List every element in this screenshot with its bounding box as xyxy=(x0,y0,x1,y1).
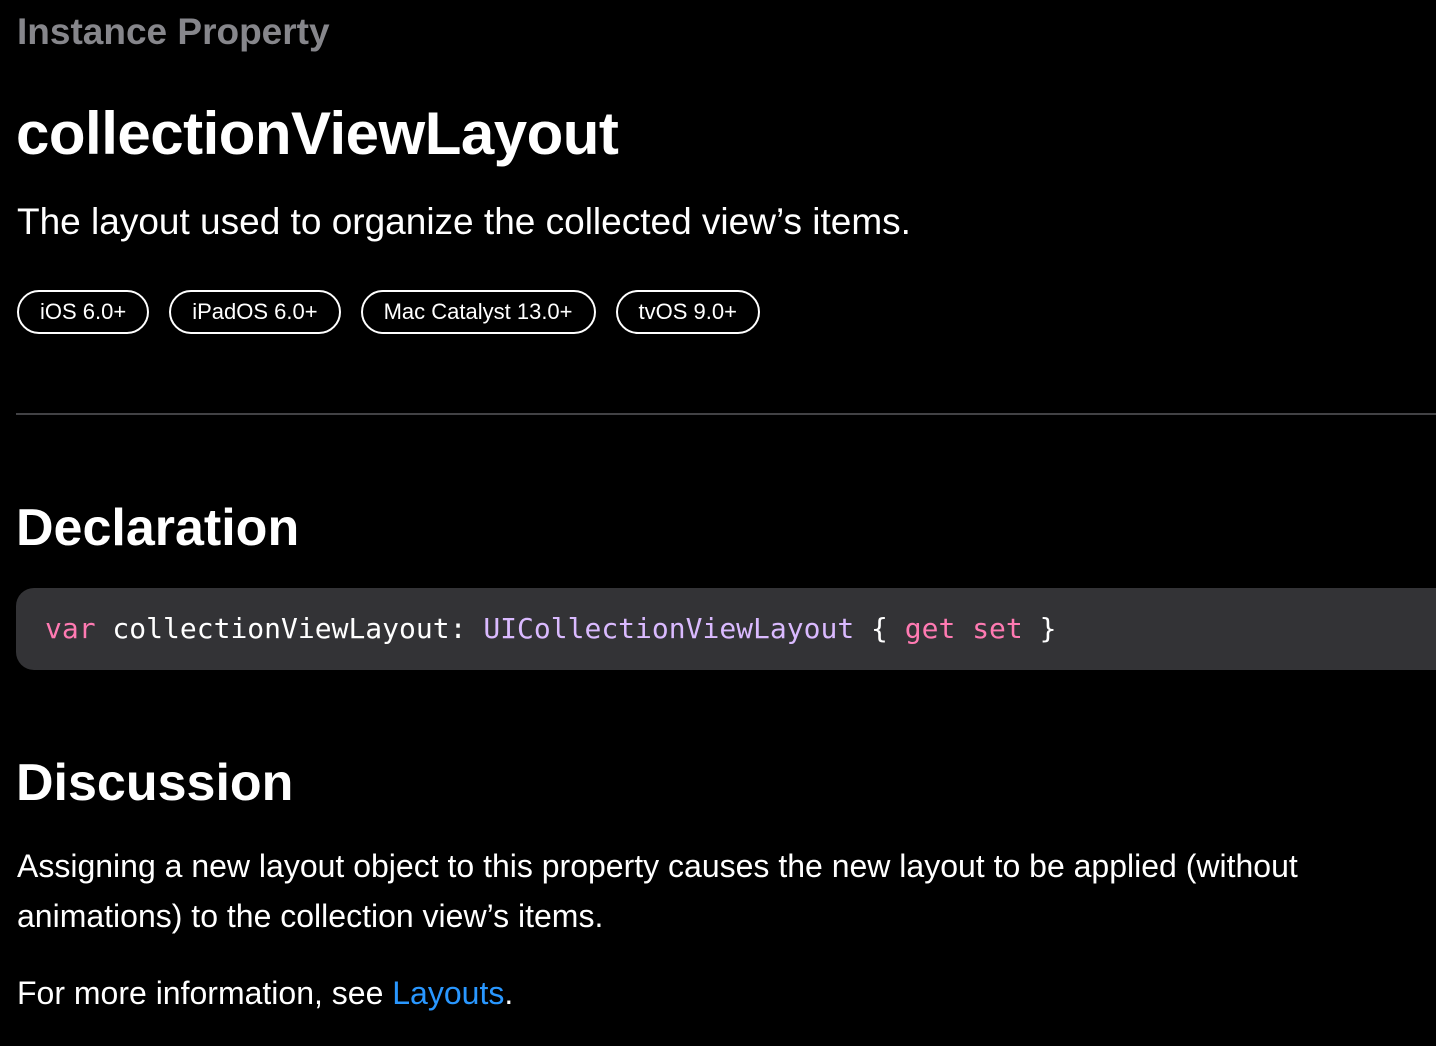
availability-badge-tvos: tvOS 9.0+ xyxy=(615,290,760,334)
page-title: collectionViewLayout xyxy=(16,100,619,167)
more-info-suffix: . xyxy=(504,975,514,1011)
declaration-heading: Declaration xyxy=(16,499,300,557)
availability-badge-mac-catalyst: Mac Catalyst 13.0+ xyxy=(360,290,596,334)
code-keyword-var: var xyxy=(45,612,96,645)
abstract: The layout used to organize the collecte… xyxy=(17,201,911,242)
availability-badge-ipados: iPadOS 6.0+ xyxy=(169,290,341,334)
code-type-link[interactable]: UICollectionViewLayout xyxy=(483,612,854,645)
availability-list: iOS 6.0+ iPadOS 6.0+ Mac Catalyst 13.0+ … xyxy=(17,290,760,334)
availability-badge-ios: iOS 6.0+ xyxy=(17,290,150,334)
discussion-heading: Discussion xyxy=(16,754,294,812)
layouts-link[interactable]: Layouts xyxy=(392,975,504,1011)
discussion-paragraph: Assigning a new layout object to this pr… xyxy=(17,848,1298,934)
code-brace-open: { xyxy=(854,612,905,645)
more-info-prefix: For more information, see xyxy=(17,975,393,1011)
code-keyword-set: set xyxy=(972,612,1023,645)
code-property-name: collectionViewLayout: xyxy=(95,612,484,645)
declaration-code-block: var collectionViewLayout: UICollectionVi… xyxy=(16,588,1436,670)
code-brace-close: } xyxy=(1022,612,1057,645)
eyebrow-label: Instance Property xyxy=(17,11,330,52)
divider xyxy=(16,413,1436,415)
code-keyword-get: get xyxy=(904,612,956,645)
more-info-paragraph: For more information, see Layouts. xyxy=(17,968,1427,1018)
